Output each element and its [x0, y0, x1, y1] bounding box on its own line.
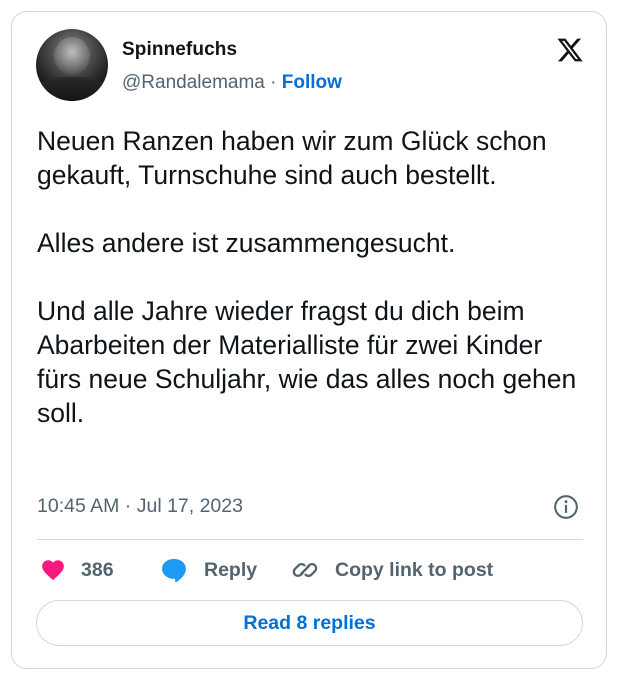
author-handle-row: @Randalemama · Follow — [122, 72, 342, 94]
like-button[interactable]: 386 — [39, 555, 114, 585]
tweet-card: Spinnefuchs @Randalemama · Follow Neuen … — [11, 11, 607, 669]
tweet-paragraph: Alles andere ist zusammengesucht. — [37, 228, 456, 258]
like-count: 386 — [81, 558, 114, 581]
action-bar: 386 Reply Copy link to post — [37, 555, 583, 585]
author-handle[interactable]: @Randalemama — [122, 72, 265, 93]
avatar[interactable] — [36, 29, 108, 101]
divider — [37, 539, 583, 540]
speech-bubble-icon — [162, 558, 186, 583]
tweet-paragraph: Und alle Jahre wieder fragst du dich bei… — [37, 296, 577, 428]
copy-link-label: Copy link to post — [335, 558, 494, 581]
read-replies-button[interactable]: Read 8 replies — [36, 600, 583, 646]
info-icon[interactable] — [553, 494, 579, 520]
handle-separator: · — [264, 72, 282, 93]
heart-icon — [42, 560, 64, 581]
author-name[interactable]: Spinnefuchs — [122, 39, 237, 61]
reply-button[interactable]: Reply — [160, 555, 257, 585]
follow-button[interactable]: Follow — [282, 72, 342, 93]
link-icon — [292, 562, 318, 578]
tweet-text: Neuen Ranzen haben wir zum Glück schon g… — [37, 124, 592, 430]
tweet-timestamp[interactable]: 10:45 AM · Jul 17, 2023 — [37, 495, 243, 518]
x-logo-icon[interactable] — [555, 36, 585, 64]
read-replies-label: Read 8 replies — [243, 611, 376, 634]
tweet-paragraph: Neuen Ranzen haben wir zum Glück schon g… — [37, 126, 547, 190]
copy-link-button[interactable]: Copy link to post — [291, 555, 493, 585]
reply-label: Reply — [204, 558, 258, 581]
